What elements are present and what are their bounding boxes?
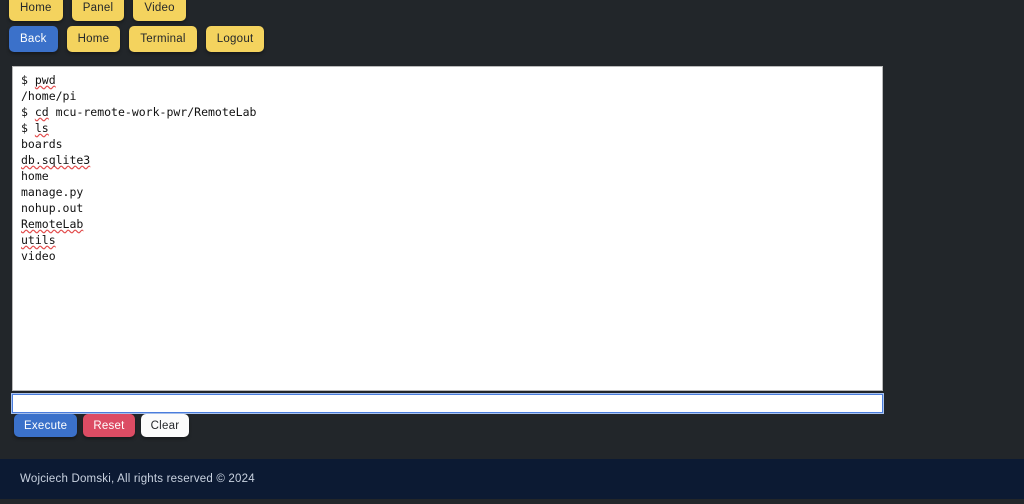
terminal-line: $ ls [21, 121, 49, 135]
execute-button[interactable]: Execute [14, 414, 78, 437]
terminal-line: utils [21, 233, 56, 247]
terminal-line: $ cd mcu-remote-work-pwr/RemoteLab [21, 105, 257, 119]
primary-nav-row: Home Panel Video [9, 0, 186, 21]
command-input[interactable] [11, 393, 884, 414]
terminal-line: RemoteLab [21, 217, 84, 231]
terminal-line: home [21, 169, 49, 183]
reset-button[interactable]: Reset [83, 414, 135, 437]
action-button-row: Execute Reset Clear [14, 414, 190, 437]
nav-button-home[interactable]: Home [66, 26, 121, 52]
terminal-line: nohup.out [21, 201, 84, 215]
terminal-line: manage.py [21, 185, 84, 199]
clear-button[interactable]: Clear [140, 414, 190, 437]
secondary-nav-row: Back Home Terminal Logout [9, 26, 265, 52]
terminal-line: video [21, 249, 56, 263]
terminal-line: /home/pi [21, 89, 77, 103]
footer-copyright-text: Wojciech Domski, All rights reserved © 2… [20, 473, 255, 485]
nav-button-logout[interactable]: Logout [205, 26, 265, 52]
terminal-output-text: $ pwd/home/pi $ cd mcu-remote-work-pwr/Re… [13, 67, 882, 264]
footer-bottom-strip [0, 499, 1024, 504]
terminal-output-panel[interactable]: $ pwd/home/pi $ cd mcu-remote-work-pwr/Re… [12, 66, 883, 391]
page-footer: Wojciech Domski, All rights reserved © 2… [0, 459, 1024, 499]
nav-button-panel[interactable]: Panel [71, 0, 125, 21]
terminal-line: boards [21, 137, 63, 151]
terminal-line: $ pwd [21, 73, 56, 87]
terminal-line: db.sqlite3 [21, 153, 91, 167]
nav-button-video[interactable]: Video [133, 0, 186, 21]
nav-button-home-top[interactable]: Home [9, 0, 63, 21]
nav-button-terminal[interactable]: Terminal [129, 26, 197, 52]
nav-button-back[interactable]: Back [9, 26, 58, 52]
